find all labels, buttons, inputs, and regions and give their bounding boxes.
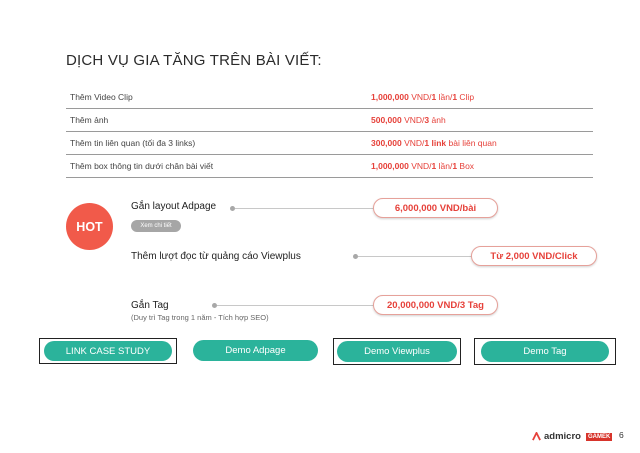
tag-price-badge: 20,000,000 VND/3 Tag: [373, 295, 498, 315]
table-row: Thêm ảnh 500,000 VND/3 ảnh: [66, 109, 593, 132]
service-name: Thêm Video Clip: [70, 92, 133, 102]
link-case-study-button[interactable]: LINK CASE STUDY: [44, 341, 172, 361]
service-price: 300,000 VND/1 link bài liên quan: [371, 138, 497, 148]
footer-logo: admicro GAMEK: [532, 431, 613, 442]
service-name: Thêm ảnh: [70, 115, 109, 125]
connector-line: [235, 208, 375, 209]
demo-tag-button[interactable]: Demo Tag: [481, 341, 609, 362]
page-number: 6: [619, 430, 624, 440]
services-table: Thêm Video Clip 1,000,000 VND/1 lần/1 Cl…: [66, 86, 593, 178]
table-row: Thêm box thông tin dưới chân bài viết 1,…: [66, 155, 593, 178]
demo-adpage-button[interactable]: Demo Adpage: [193, 340, 318, 361]
page-title: DỊCH VỤ GIA TĂNG TRÊN BÀI VIẾT:: [66, 52, 322, 69]
service-price: 500,000 VND/3 ảnh: [371, 115, 446, 125]
service-price: 1,000,000 VND/1 lần/1 Clip: [371, 92, 475, 102]
adpage-price-badge: 6,000,000 VND/bài: [373, 198, 498, 218]
tag-sublabel: (Duy trì Tag trong 1 năm - Tích hợp SEO): [131, 313, 269, 322]
view-detail-button[interactable]: Xem chi tiết: [131, 220, 181, 232]
hot-badge: HOT: [66, 203, 113, 250]
service-name: Thêm tin liên quan (tối đa 3 links): [70, 138, 196, 148]
viewplus-label: Thêm lượt đọc từ quảng cáo Viewplus: [131, 251, 301, 262]
table-row: Thêm Video Clip 1,000,000 VND/1 lần/1 Cl…: [66, 86, 593, 109]
service-name: Thêm box thông tin dưới chân bài viết: [70, 161, 214, 171]
demo-viewplus-button[interactable]: Demo Viewplus: [337, 341, 457, 362]
table-row: Thêm tin liên quan (tối đa 3 links) 300,…: [66, 132, 593, 155]
adpage-label: Gắn layout Adpage: [131, 201, 217, 212]
admicro-logo-icon: [532, 432, 541, 441]
brand-name: admicro: [544, 431, 581, 442]
connector-line: [358, 256, 473, 257]
connector-line: [217, 305, 375, 306]
service-price: 1,000,000 VND/1 lần/1 Box: [371, 161, 475, 171]
tag-label: Gắn Tag: [131, 300, 169, 311]
partner-logo: GAMEK: [585, 432, 613, 441]
viewplus-price-badge: Từ 2,000 VND/Click: [471, 246, 597, 266]
